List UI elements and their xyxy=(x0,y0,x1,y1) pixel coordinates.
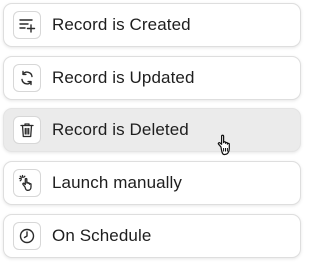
trigger-label: Record is Deleted xyxy=(52,120,189,139)
trigger-option-record-updated[interactable]: Record is Updated xyxy=(3,56,301,100)
trigger-label: Launch manually xyxy=(52,173,183,192)
trigger-list: Record is Created Record is Updated Reco… xyxy=(0,0,307,262)
refresh-icon xyxy=(13,64,41,92)
trigger-label: Record is Created xyxy=(52,15,191,34)
clock-icon xyxy=(13,222,41,250)
list-add-icon xyxy=(13,11,41,39)
tap-icon xyxy=(13,169,41,197)
trigger-option-launch-manually[interactable]: Launch manually xyxy=(3,161,301,205)
trigger-label: Record is Updated xyxy=(52,68,195,87)
trigger-option-record-created[interactable]: Record is Created xyxy=(3,3,301,47)
trigger-option-record-deleted[interactable]: Record is Deleted xyxy=(3,108,301,152)
trigger-option-on-schedule[interactable]: On Schedule xyxy=(3,214,301,258)
trigger-label: On Schedule xyxy=(52,226,152,245)
trash-icon xyxy=(13,116,41,144)
